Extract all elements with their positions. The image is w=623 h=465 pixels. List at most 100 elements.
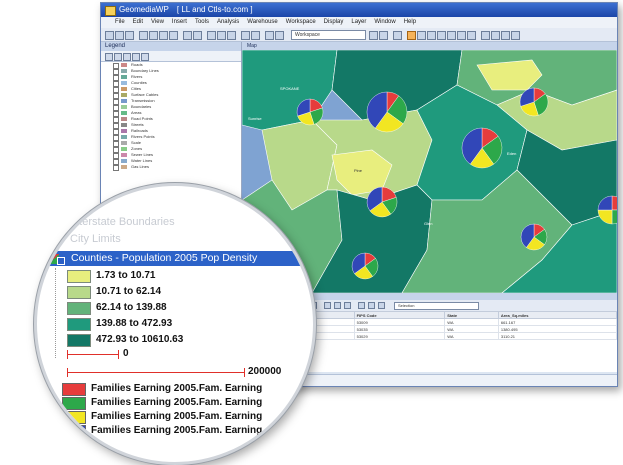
legend-toolbar: [101, 51, 241, 62]
layer-style-icon: [121, 81, 127, 85]
find-icon[interactable]: [379, 31, 388, 40]
help-icon[interactable]: [511, 31, 520, 40]
small-scale-label: 0: [123, 348, 129, 359]
small-pie-scale: [67, 350, 119, 359]
save-icon[interactable]: [125, 31, 134, 40]
cut-icon[interactable]: [149, 31, 158, 40]
legend-add-icon[interactable]: [105, 53, 113, 61]
zoom-in-icon[interactable]: [207, 31, 216, 40]
dv-refresh-icon[interactable]: [378, 302, 385, 309]
style-icon[interactable]: [275, 31, 284, 40]
menu-item[interactable]: Layer: [351, 19, 366, 25]
menu-item[interactable]: View: [151, 19, 164, 25]
legend-layer-item[interactable]: Gas Lines: [101, 164, 241, 171]
large-pie-scale: [67, 368, 245, 377]
area-tool-icon[interactable]: [437, 31, 446, 40]
redo-icon[interactable]: [193, 31, 202, 40]
range-label: 472.93 to 10610.63: [96, 334, 184, 345]
pie-chart-symbol[interactable]: [461, 127, 503, 169]
menu-bar: File Edit View Insert Tools Analysis Warehouse…: [101, 17, 617, 28]
title-bar: GeomediaWP [ LL and Ctls-to.com ]: [101, 3, 617, 17]
menu-item[interactable]: File: [115, 19, 125, 25]
app-icon: [105, 6, 116, 16]
menu-item[interactable]: Tools: [195, 19, 209, 25]
pie-chart-symbol[interactable]: [351, 252, 379, 280]
layer-select[interactable]: Workspace: [291, 30, 366, 40]
table-cell: WA: [444, 318, 499, 326]
column-header[interactable]: Area_Sq.miles: [497, 311, 617, 319]
layer-style-icon: [121, 159, 127, 163]
menu-item[interactable]: Warehouse: [247, 19, 277, 25]
menu-item[interactable]: Help: [404, 19, 416, 25]
new-icon[interactable]: [105, 31, 114, 40]
menu-item[interactable]: Display: [324, 19, 344, 25]
measure-tool-icon[interactable]: [457, 31, 466, 40]
label-icon[interactable]: [501, 31, 510, 40]
thematic-layer-icon-overlay: [57, 257, 65, 265]
range-swatch: [67, 318, 91, 331]
layer-icon[interactable]: [265, 31, 274, 40]
table-cell: 53035: [353, 325, 446, 333]
pie-chart-symbol[interactable]: [520, 223, 548, 251]
text-tool-icon[interactable]: [447, 31, 456, 40]
layer-style-icon: [121, 93, 127, 97]
dv-zoom-to-icon[interactable]: [324, 302, 331, 309]
range-label: 62.14 to 139.88: [96, 302, 167, 313]
table-cell: WA: [444, 325, 499, 333]
layer-style-icon: [121, 165, 127, 169]
dv-chart-icon[interactable]: [368, 302, 375, 309]
query-icon[interactable]: [481, 31, 490, 40]
thematic-icon[interactable]: [491, 31, 500, 40]
buffer-tool-icon[interactable]: [467, 31, 476, 40]
faded-legend-item: City Limits: [70, 233, 121, 245]
layer-style-icon: [121, 141, 127, 145]
dataview-select[interactable]: Selection: [394, 302, 479, 310]
binoculars-icon[interactable]: [369, 31, 378, 40]
pointer-tool-icon[interactable]: [407, 31, 416, 40]
table-cell: WA: [444, 332, 499, 340]
range-label: 1.73 to 10.71: [96, 270, 156, 281]
faded-legend-item: Interstate Boundaries: [70, 216, 175, 228]
layer-visibility-checkbox[interactable]: [113, 165, 119, 171]
print-icon[interactable]: [139, 31, 148, 40]
families-label: Families Earning 2005.Fam. Earning: [91, 397, 263, 408]
identify-icon[interactable]: [251, 31, 260, 40]
menu-item[interactable]: Insert: [172, 19, 187, 25]
dv-highlight-icon[interactable]: [344, 302, 351, 309]
legend-remove-icon[interactable]: [114, 53, 122, 61]
paste-icon[interactable]: [169, 31, 178, 40]
menu-item[interactable]: Analysis: [217, 19, 239, 25]
menu-item[interactable]: Edit: [133, 19, 143, 25]
layer-style-icon: [121, 63, 127, 67]
refresh-icon[interactable]: [393, 31, 402, 40]
pan-icon[interactable]: [227, 31, 236, 40]
legend-down-icon[interactable]: [132, 53, 140, 61]
pie-chart-symbol[interactable]: [519, 87, 549, 117]
draw-tool-icon[interactable]: [417, 31, 426, 40]
dv-select-icon[interactable]: [334, 302, 341, 309]
pie-slice: [611, 195, 617, 211]
pie-chart-symbol[interactable]: [366, 186, 398, 218]
column-header[interactable]: State: [444, 311, 499, 319]
pie-chart-symbol[interactable]: [296, 98, 324, 126]
copy-icon[interactable]: [159, 31, 168, 40]
line-tool-icon[interactable]: [427, 31, 436, 40]
menu-item[interactable]: Window: [374, 19, 395, 25]
legend-panel-title: Legend: [101, 42, 241, 51]
menu-item[interactable]: Workspace: [286, 19, 316, 25]
tree-connector: [55, 268, 57, 358]
pie-chart-symbol[interactable]: [366, 91, 408, 133]
column-header[interactable]: FIPS Code: [353, 311, 446, 319]
main-toolbar: Workspace: [101, 28, 617, 42]
legend-properties-icon[interactable]: [141, 53, 149, 61]
select-icon[interactable]: [241, 31, 250, 40]
undo-icon[interactable]: [183, 31, 192, 40]
zoom-out-icon[interactable]: [217, 31, 226, 40]
layer-style-icon: [121, 153, 127, 157]
legend-up-icon[interactable]: [123, 53, 131, 61]
open-icon[interactable]: [115, 31, 124, 40]
selected-legend-layer[interactable]: Counties - Population 2005 Pop Density: [37, 251, 313, 266]
dv-grid-icon[interactable]: [358, 302, 365, 309]
app-title: GeomediaWP: [119, 5, 169, 14]
layer-style-icon: [121, 123, 127, 127]
